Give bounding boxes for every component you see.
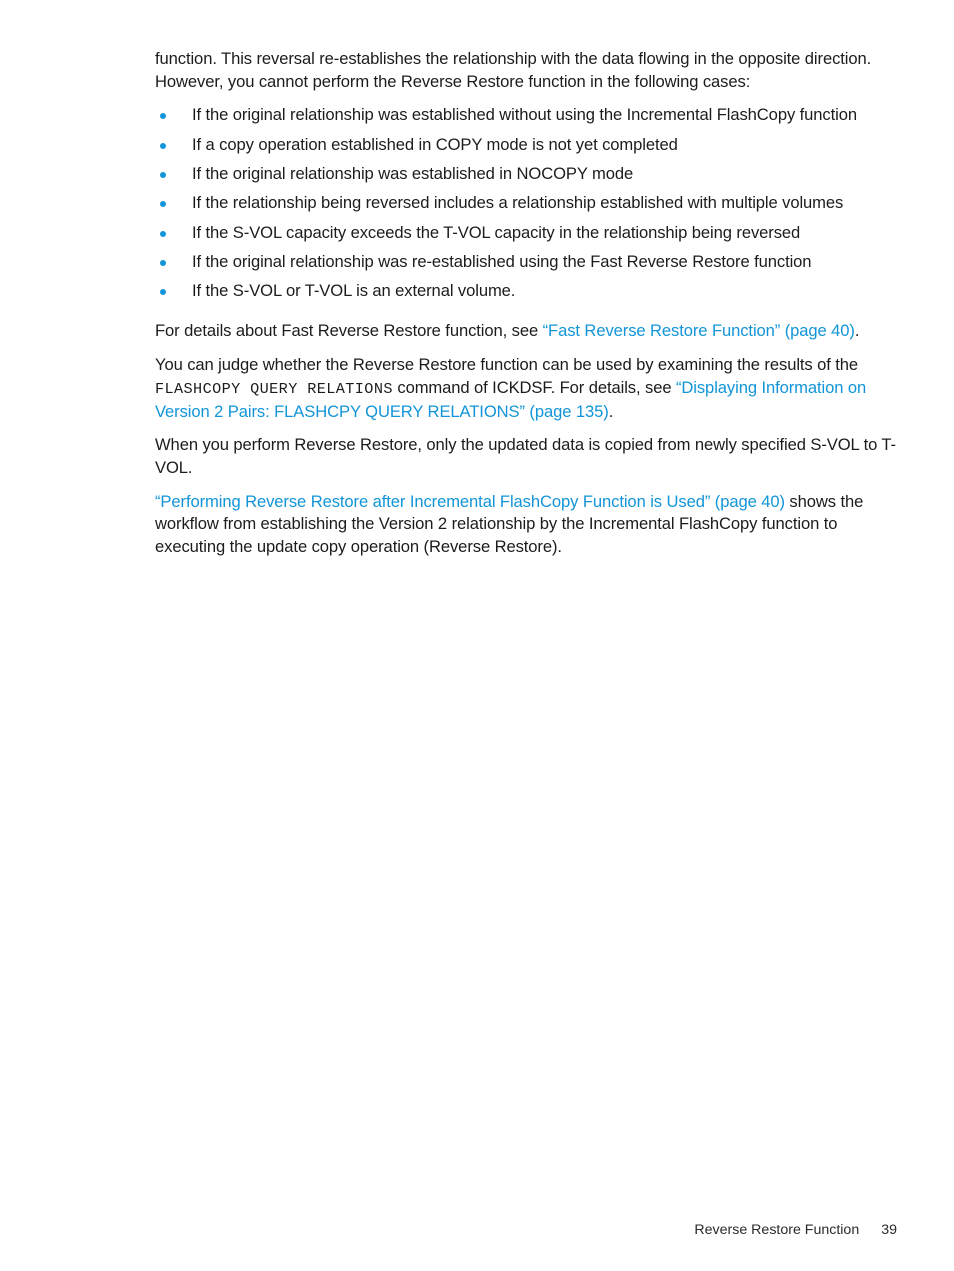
bullet-icon <box>160 259 166 266</box>
footer-chapter-label: Reverse Restore Function <box>694 1222 860 1238</box>
list-item: If the relationship being reversed inclu… <box>155 192 897 215</box>
list-item-label: If the original relationship was establi… <box>192 164 634 183</box>
ickdsf-command-text: FLASHCOPY QUERY RELATIONS <box>155 379 393 398</box>
details-paragraph: For details about Fast Reverse Restore f… <box>155 320 897 343</box>
list-item-label: If a copy operation established in COPY … <box>192 134 678 154</box>
list-item: If the S-VOL or T-VOL is an external vol… <box>155 280 897 303</box>
list-item-label: If the relationship being reversed inclu… <box>192 193 844 213</box>
details-lead-text: For details about Fast Reverse Restore f… <box>155 321 543 341</box>
bullet-icon <box>160 172 166 178</box>
list-item-label: If the S-VOL capacity exceeds the T-VOL … <box>192 222 801 242</box>
list-item-label: If the original relationship was re-esta… <box>192 251 812 271</box>
document-page: function. This reversal re-establishes t… <box>0 0 954 1271</box>
bullet-icon <box>160 113 166 120</box>
details-trail-text: . <box>854 321 860 341</box>
bullet-icon <box>160 201 166 208</box>
link-fast-reverse-restore-function[interactable]: “Fast Reverse Restore Function” (page 40… <box>543 321 855 340</box>
page-content: function. This reversal re-establishes t… <box>155 48 897 559</box>
restrictions-list: If the original relationship was establi… <box>155 104 897 302</box>
judge-paragraph: You can judge whether the Reverse Restor… <box>155 354 897 423</box>
bullet-icon <box>160 230 166 237</box>
perform-reverse-restore-paragraph: When you perform Reverse Restore, only t… <box>155 435 896 477</box>
judge-text-part3: . <box>608 401 614 421</box>
list-item: If a copy operation established in COPY … <box>155 134 897 157</box>
link-performing-reverse-restore-after-incremental-flashcopy[interactable]: “Performing Reverse Restore after Increm… <box>155 492 785 511</box>
list-item: If the original relationship was establi… <box>155 163 897 186</box>
list-item: If the S-VOL capacity exceeds the T-VOL … <box>155 222 897 245</box>
intro-paragraph: function. This reversal re-establishes t… <box>155 49 872 91</box>
list-item-label: If the S-VOL or T-VOL is an external vol… <box>192 281 516 301</box>
list-item: If the original relationship was re-esta… <box>155 251 897 274</box>
bullet-icon <box>160 289 166 296</box>
judge-text-part2: command of ICKDSF. For details, see <box>392 377 676 397</box>
judge-text-part1: You can judge whether the Reverse Restor… <box>155 355 859 375</box>
list-item: If the original relationship was establi… <box>155 104 897 127</box>
footer-page-number: 39 <box>881 1222 897 1238</box>
list-item-label: If the original relationship was establi… <box>192 105 857 125</box>
page-footer: Reverse Restore Function 39 <box>0 1222 897 1238</box>
workflow-paragraph: “Performing Reverse Restore after Increm… <box>155 491 897 559</box>
bullet-icon <box>160 142 166 149</box>
